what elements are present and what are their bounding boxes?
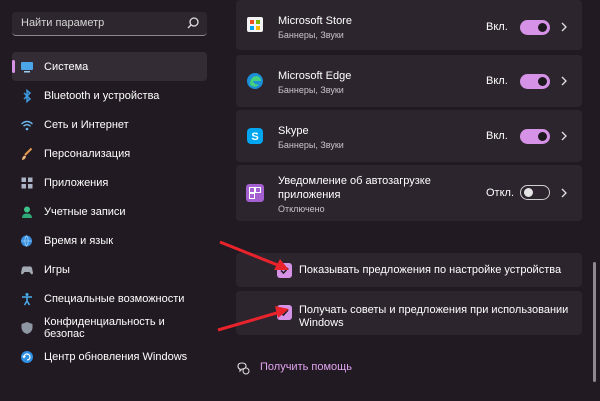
help-icon [237,362,250,375]
app-notification-row[interactable]: Уведомление об автозагрузке приложения О… [236,165,582,221]
monitor-icon [21,61,33,72]
edge-icon [247,73,263,89]
sidebar-item-label: Время и язык [44,234,114,247]
sidebar-item-label: Bluetooth и устройства [44,89,160,102]
sidebar-item-gaming[interactable]: Игры [12,255,207,284]
app-name-continued: приложения [278,189,341,201]
sidebar-item-privacy[interactable]: Конфиденциальность и безопас [12,313,207,342]
globe-clock-icon [21,234,32,247]
sidebar-item-accessibility[interactable]: Специальные возможности [12,284,207,313]
app-notification-row[interactable]: S Skype Баннеры, Звуки Вкл. [236,110,582,162]
sidebar-item-time-language[interactable]: Время и язык [12,226,207,255]
app-subtitle: Баннеры, Звуки [278,140,344,150]
sidebar-item-label: Конфиденциальность и безопас [44,315,165,340]
app-name: Уведомление об автозагрузке [278,175,431,187]
toggle-state-label: Вкл. [486,130,508,142]
accessibility-icon [22,292,32,305]
update-icon [21,350,33,363]
get-tips-label: Получать советы и предложения при исполь… [299,304,569,316]
gamepad-icon [21,265,33,274]
sidebar-item-label: Система [44,60,89,73]
brush-icon [22,147,33,160]
show-suggestions-label: Показывать предложения по настройке устр… [299,264,562,276]
sidebar-nav: Система Bluetooth и устройства Сеть и Ин… [12,52,207,371]
person-icon [22,206,32,218]
chevron-right-icon[interactable] [560,187,568,199]
notification-toggle[interactable] [520,74,550,89]
annotation-arrow [219,240,289,270]
startup-app-icon [246,184,264,202]
search-icon[interactable] [186,16,200,30]
app-name: Microsoft Store [278,15,352,27]
toggle-state-label: Откл. [486,187,515,199]
annotation-arrow [217,306,289,332]
sidebar-item-bluetooth[interactable]: Bluetooth и устройства [12,81,207,110]
sidebar-item-apps[interactable]: Приложения [12,168,207,197]
toggle-state-label: Вкл. [486,21,508,33]
sidebar-item-network[interactable]: Сеть и Интернет [12,110,207,139]
sidebar-item-label: Персонализация [44,147,131,160]
app-subtitle: Отключено [278,204,325,214]
app-notification-row[interactable]: Microsoft Edge Баннеры, Звуки Вкл. [236,55,582,107]
sidebar-item-label: Специальные возможности [44,292,185,305]
app-subtitle: Баннеры, Звуки [278,85,344,95]
chevron-right-icon[interactable] [560,130,568,142]
notification-toggle[interactable] [520,129,550,144]
apps-icon [21,177,33,188]
sidebar-item-label: Центр обновления Windows [44,350,188,363]
app-name: Microsoft Edge [278,70,352,82]
search-box[interactable]: Найти параметр [12,12,207,36]
wifi-icon [21,120,33,130]
toggle-state-label: Вкл. [486,75,508,87]
sidebar: Найти параметр Система Bluetooth и устро… [0,0,215,401]
notification-toggle[interactable] [520,20,550,35]
skype-icon: S [247,128,263,144]
chevron-right-icon[interactable] [560,21,568,33]
get-tips-label-continued: Windows [299,317,344,329]
get-help-link[interactable]: Получить помощь [260,361,352,373]
sidebar-item-personalization[interactable]: Персонализация [12,139,207,168]
sidebar-item-windows-update[interactable]: Центр обновления Windows [12,342,207,371]
sidebar-item-label: Игры [44,263,70,276]
svg-text:S: S [251,131,258,143]
sidebar-item-label: Сеть и Интернет [44,118,129,131]
scrollbar[interactable] [593,262,596,382]
app-notification-row[interactable]: Microsoft Store Баннеры, Звуки Вкл. [236,0,582,50]
sidebar-item-system[interactable]: Система [12,52,207,81]
sidebar-item-accounts[interactable]: Учетные записи [12,197,207,226]
app-name: Skype [278,125,309,137]
app-subtitle: Баннеры, Звуки [278,30,344,40]
bluetooth-icon [23,88,32,103]
store-icon [247,17,263,32]
notification-toggle[interactable] [520,185,550,200]
sidebar-item-label: Учетные записи [44,205,126,218]
chevron-right-icon[interactable] [560,75,568,87]
sidebar-item-label: Приложения [44,176,109,189]
shield-icon [21,321,33,334]
search-input[interactable]: Найти параметр [21,17,104,29]
